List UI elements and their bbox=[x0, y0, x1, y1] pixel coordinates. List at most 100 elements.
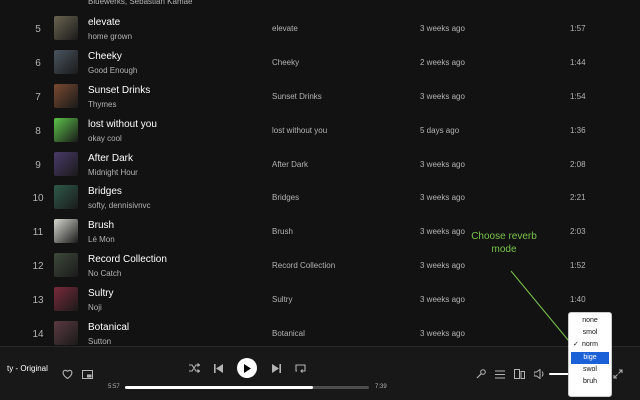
reverb-option-label: norm bbox=[582, 341, 598, 349]
track-title[interactable]: Brush bbox=[88, 220, 114, 231]
reverb-option-label: none bbox=[582, 317, 598, 324]
track-duration: 2:03 bbox=[570, 227, 586, 237]
now-playing-title[interactable]: ty - Original bbox=[7, 364, 48, 373]
checkmark-icon: ✓ bbox=[573, 341, 579, 349]
date-added: 3 weeks ago bbox=[420, 295, 465, 305]
track-album[interactable]: Botanical bbox=[272, 329, 305, 338]
album-art bbox=[54, 253, 78, 278]
track-list: Bluewerks, Sebastian Kamae 5 elevate home g… bbox=[0, 0, 640, 350]
reverb-option-swol[interactable]: swol bbox=[569, 364, 611, 376]
track-row[interactable]: 10 Bridges softy, dennisivnvc Bridges 3 week… bbox=[0, 180, 640, 214]
progress-fill bbox=[125, 386, 313, 389]
play-button[interactable] bbox=[237, 358, 257, 378]
fullscreen-icon[interactable] bbox=[611, 367, 624, 380]
track-title[interactable]: lost without you bbox=[88, 119, 157, 130]
track-duration: 1:57 bbox=[570, 24, 586, 33]
total-time: 7:39 bbox=[375, 384, 387, 390]
track-title[interactable]: Cheeky bbox=[88, 51, 122, 62]
track-number: 7 bbox=[35, 91, 41, 103]
album-art bbox=[54, 16, 78, 40]
track-artist[interactable]: home grown bbox=[88, 32, 132, 41]
track-title[interactable]: Record Collection bbox=[88, 254, 167, 265]
track-row[interactable]: 6 Cheeky Good Enough Cheeky 2 weeks ago 1:44 bbox=[0, 45, 640, 79]
date-added: 2 weeks ago bbox=[420, 57, 465, 67]
track-duration: 1:44 bbox=[570, 57, 586, 67]
track-album[interactable]: elevate bbox=[272, 24, 298, 33]
track-album[interactable]: Record Collection bbox=[272, 261, 335, 270]
track-duration: 1:40 bbox=[570, 295, 586, 305]
reverb-option-none[interactable]: none bbox=[569, 315, 611, 327]
track-duration: 2:21 bbox=[570, 193, 586, 203]
app-window: Bluewerks, Sebastian Kamae 5 elevate home g… bbox=[0, 0, 640, 400]
reverb-option-bige[interactable]: bige bbox=[571, 351, 609, 364]
album-art bbox=[54, 219, 78, 244]
track-title[interactable]: Sunset Drinks bbox=[88, 85, 150, 96]
reverb-mode-menu: none smol ✓ norm bige swol bruh bbox=[568, 312, 612, 397]
track-row[interactable]: Bluewerks, Sebastian Kamae bbox=[0, 0, 640, 11]
track-number: 12 bbox=[32, 261, 44, 273]
track-duration: 2:08 bbox=[570, 159, 586, 169]
track-row[interactable]: 5 elevate home grown elevate 3 weeks ago 1:57 bbox=[0, 11, 640, 45]
track-album[interactable]: After Dark bbox=[272, 160, 308, 169]
elapsed-time: 5:57 bbox=[108, 384, 120, 390]
track-artist[interactable]: Thymes bbox=[88, 100, 116, 109]
heart-icon[interactable] bbox=[60, 367, 74, 381]
reverb-annotation: Choose reverb mode bbox=[471, 231, 537, 255]
skip-back-icon[interactable] bbox=[211, 361, 225, 375]
track-row[interactable]: 12 Record Collection No Catch Record Collec… bbox=[0, 248, 640, 282]
player-bar: ty - Original 5:57 7:39 bbox=[0, 346, 640, 400]
track-row[interactable]: 7 Sunset Drinks Thymes Sunset Drinks 3 weeks… bbox=[0, 79, 640, 113]
track-title[interactable]: Bridges bbox=[88, 186, 122, 197]
microphone-icon[interactable] bbox=[475, 368, 487, 380]
queue-icon[interactable] bbox=[494, 368, 506, 380]
track-album[interactable]: Sunset Drinks bbox=[272, 92, 322, 101]
date-added: 5 days ago bbox=[420, 125, 460, 135]
track-title[interactable]: elevate bbox=[88, 17, 120, 28]
track-row[interactable]: 9 After Dark Midnight Hour After Dark 3 week… bbox=[0, 147, 640, 181]
track-artist[interactable]: Midnight Hour bbox=[88, 168, 138, 177]
track-artist[interactable]: softy, dennisivnvc bbox=[88, 201, 151, 210]
reverb-option-smol[interactable]: smol bbox=[569, 327, 611, 339]
devices-icon[interactable] bbox=[513, 367, 526, 380]
date-added: 3 weeks ago bbox=[420, 329, 465, 339]
skip-forward-icon[interactable] bbox=[269, 361, 283, 375]
track-album[interactable]: Sultry bbox=[272, 295, 292, 304]
track-title[interactable]: Botanical bbox=[88, 322, 129, 333]
track-row[interactable]: 14 Botanical Sutton Botanical 3 weeks ago bbox=[0, 316, 640, 350]
track-number: 11 bbox=[32, 227, 44, 239]
track-artist[interactable]: Good Enough bbox=[88, 66, 137, 75]
progress-bar[interactable] bbox=[125, 386, 369, 389]
volume-slider[interactable] bbox=[549, 373, 569, 375]
track-row[interactable]: 8 lost without you okay cool lost without y… bbox=[0, 113, 640, 147]
reverb-option-bruh[interactable]: bruh bbox=[569, 376, 611, 388]
album-art bbox=[54, 185, 78, 210]
shuffle-icon[interactable] bbox=[187, 361, 201, 375]
date-added: 3 weeks ago bbox=[420, 227, 465, 237]
album-art bbox=[54, 287, 78, 312]
track-title[interactable]: Sultry bbox=[88, 288, 114, 299]
track-album[interactable]: Cheeky bbox=[272, 58, 299, 67]
reverb-option-label: swol bbox=[582, 365, 597, 373]
track-artist[interactable]: Noji bbox=[88, 303, 102, 312]
track-row[interactable]: 11 Brush Lé Mon Brush 3 weeks ago 2:03 bbox=[0, 214, 640, 248]
date-added: 3 weeks ago bbox=[420, 91, 465, 101]
volume-icon[interactable] bbox=[533, 367, 546, 380]
track-row[interactable]: 13 Sultry Noji Sultry 3 weeks ago 1:40 bbox=[0, 282, 640, 316]
track-title[interactable]: After Dark bbox=[88, 153, 133, 164]
track-number: 13 bbox=[32, 295, 44, 307]
track-artist[interactable]: No Catch bbox=[88, 269, 121, 278]
picture-in-picture-icon[interactable] bbox=[80, 368, 94, 380]
track-album[interactable]: Bridges bbox=[272, 193, 299, 202]
reverb-option-norm[interactable]: ✓ norm bbox=[569, 339, 611, 351]
track-album[interactable]: lost without you bbox=[272, 126, 327, 135]
date-added: 3 weeks ago bbox=[420, 193, 465, 203]
track-number: 14 bbox=[32, 329, 44, 341]
reverb-option-label: smol bbox=[582, 329, 598, 337]
album-art bbox=[54, 321, 78, 346]
track-artist[interactable]: Lé Mon bbox=[88, 235, 115, 244]
track-artist[interactable]: Bluewerks, Sebastian Kamae bbox=[88, 0, 193, 6]
repeat-icon[interactable] bbox=[293, 361, 307, 375]
track-artist[interactable]: Sutton bbox=[88, 337, 111, 346]
track-artist[interactable]: okay cool bbox=[88, 134, 122, 143]
track-album[interactable]: Brush bbox=[272, 227, 293, 236]
